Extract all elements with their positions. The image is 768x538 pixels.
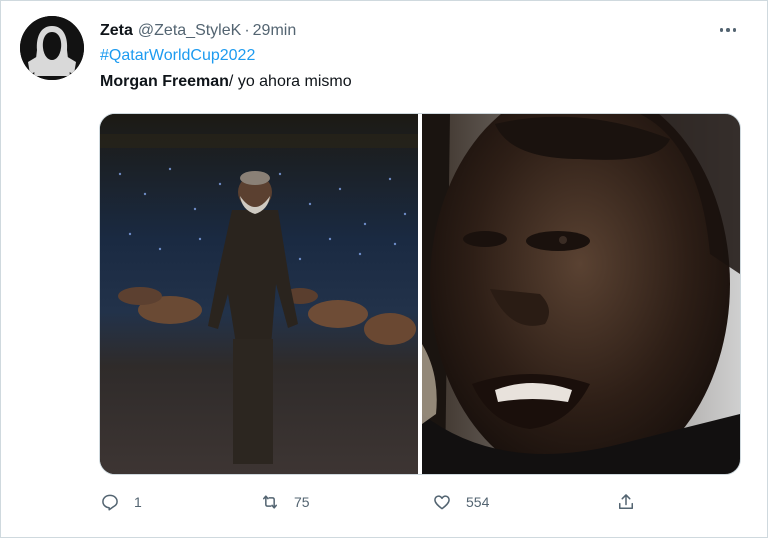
share-icon [619,494,633,509]
more-icon[interactable] [716,22,740,38]
like-count: 554 [466,494,490,510]
separator-dot: · [244,22,250,39]
tweet-text-rest: / yo ahora mismo [228,73,352,90]
tweet-text-bold: Morgan Freeman [100,73,229,90]
heart-icon [434,495,450,510]
reply-button[interactable]: 1 [100,488,142,516]
tweet-actions: 1 75 554 [100,488,660,516]
reply-count: 1 [134,494,142,510]
retweet-count: 75 [294,494,310,510]
media-image-face[interactable] [422,114,740,474]
avatar[interactable] [20,16,84,80]
media-image-stadium[interactable] [100,114,418,474]
share-button[interactable] [616,488,636,516]
like-button[interactable]: 554 [432,488,489,516]
reply-icon [102,494,118,511]
tweet-header: Zeta @Zeta_StyleK · 29min [100,20,748,42]
tweet[interactable]: Zeta @Zeta_StyleK · 29min #QatarWorldCup… [0,0,768,538]
hashtag-link[interactable]: #QatarWorldCup2022 [100,47,255,65]
author-name[interactable]: Zeta [100,22,133,40]
retweet-icon [263,495,277,509]
tweet-text: Morgan Freeman/ yo ahora mismo [100,73,352,91]
tweet-timestamp[interactable]: 29min [253,22,297,40]
tweet-media [99,113,741,475]
retweet-button[interactable]: 75 [260,488,310,516]
author-handle[interactable]: @Zeta_StyleK [138,22,241,40]
